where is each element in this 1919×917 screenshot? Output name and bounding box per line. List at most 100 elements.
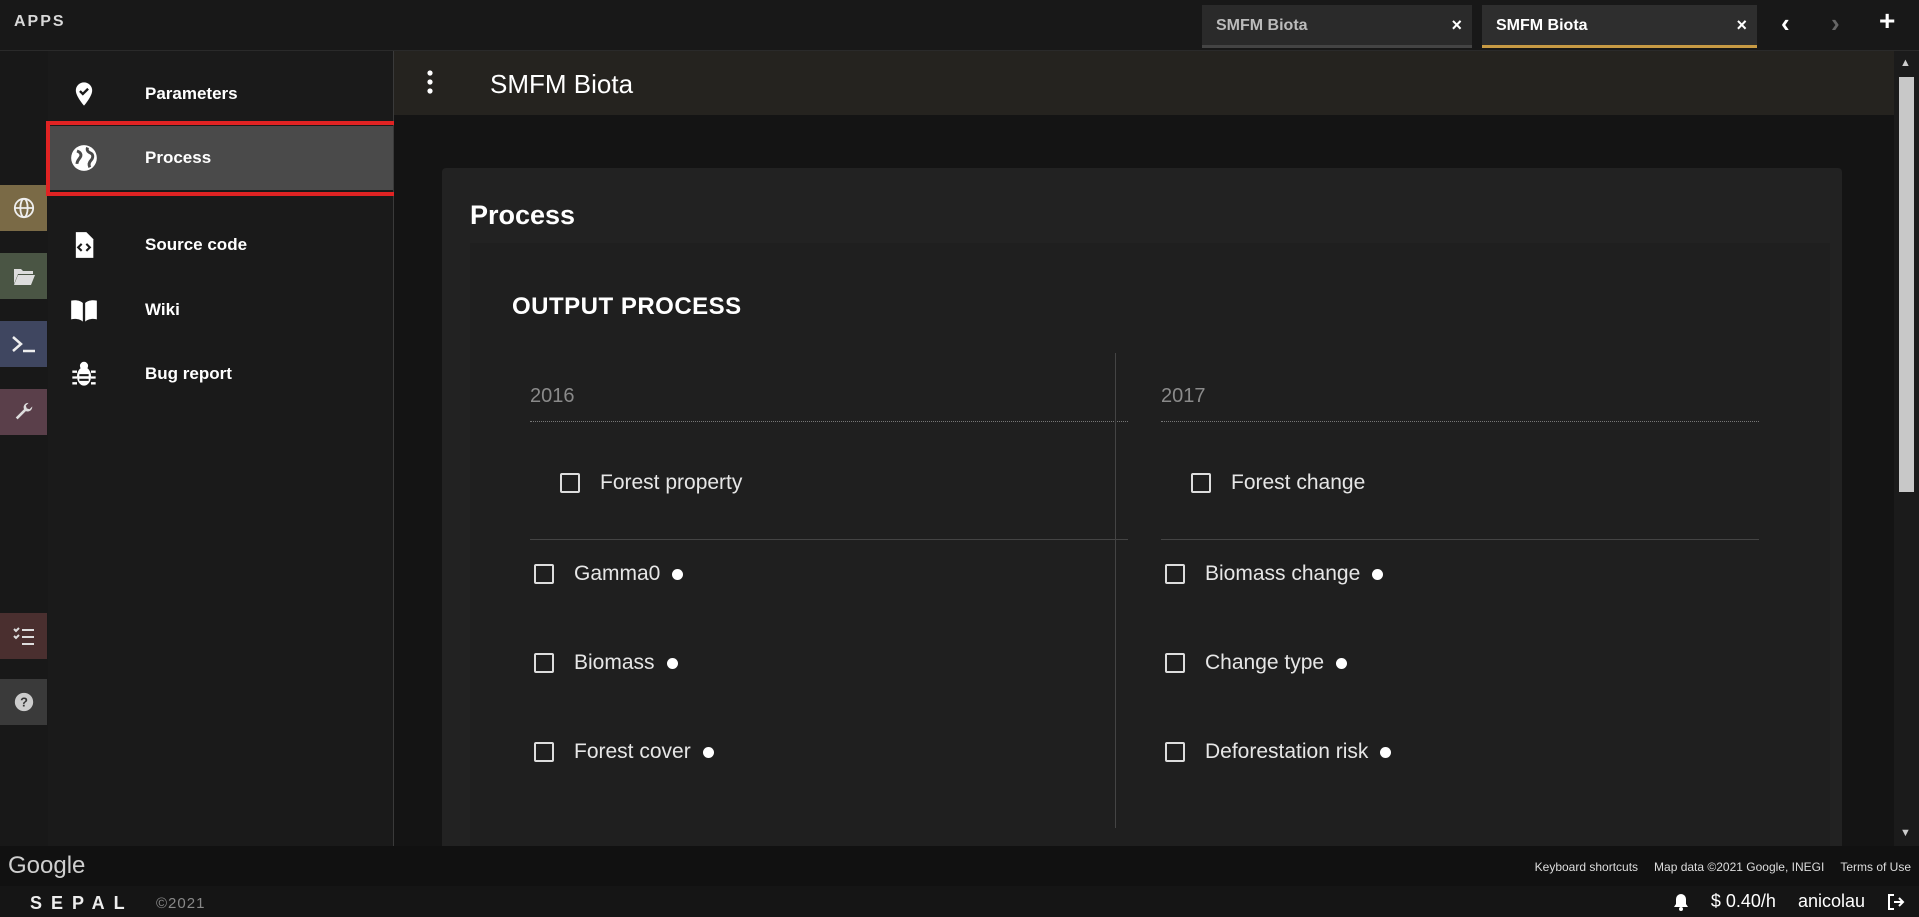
status-dot <box>1380 746 1392 758</box>
scroll-down-icon[interactable]: ▼ <box>1900 827 1911 839</box>
menu-item-bug-report[interactable]: Bug report <box>48 342 393 406</box>
map-marker-check-icon <box>75 82 93 106</box>
status-dot <box>1336 657 1348 669</box>
wrench-icon <box>15 402 32 420</box>
terms-of-use-link[interactable]: Terms of Use <box>1840 860 1911 874</box>
rail-tools-button[interactable] <box>0 389 47 435</box>
checkbox-box[interactable] <box>534 564 554 584</box>
username[interactable]: anicolau <box>1798 891 1865 912</box>
copyright: ©2021 <box>156 895 206 912</box>
app-title: SMFM Biota <box>490 69 634 99</box>
rail-process-button[interactable] <box>0 185 47 231</box>
checkbox-label: Biomass <box>574 651 655 674</box>
rail-help-button[interactable]: ? <box>0 679 47 725</box>
checkbox-gamma0[interactable]: Gamma0 <box>534 562 684 586</box>
top-bar: APPS SMFM Biota × SMFM Biota × ‹ › + <box>0 0 1919 51</box>
status-dot <box>672 568 684 580</box>
tab-title: SMFM Biota <box>1496 17 1588 34</box>
checkbox-label: Forest change <box>1231 471 1366 494</box>
checkbox-forest-cover[interactable]: Forest cover <box>534 740 714 764</box>
checkbox-label: Biomass change <box>1205 562 1361 585</box>
main-content: Process OUTPUT PROCESS 2016 Forest prope… <box>394 115 1894 846</box>
checkbox-label: Change type <box>1205 651 1325 674</box>
map-links: Keyboard shortcuts Map data ©2021 Google… <box>1535 860 1911 874</box>
checkbox-box[interactable] <box>1165 742 1185 762</box>
map-attribution-bar: Google Keyboard shortcuts Map data ©2021… <box>0 846 1919 886</box>
checkbox-biomass-change[interactable]: Biomass change <box>1165 562 1384 586</box>
rail-terminal-button[interactable] <box>0 321 47 367</box>
keyboard-shortcuts-link[interactable]: Keyboard shortcuts <box>1535 860 1638 874</box>
map-data-label: Map data ©2021 Google, INEGI <box>1654 860 1825 874</box>
rate-value: 0.40/h <box>1725 891 1776 911</box>
menu-item-label: Wiki <box>145 300 180 319</box>
status-dot <box>1372 568 1384 580</box>
section-title: OUTPUT PROCESS <box>512 293 742 320</box>
status-dot <box>666 657 678 669</box>
checkbox-box[interactable] <box>1191 473 1211 493</box>
scrollbar-thumb[interactable] <box>1899 77 1914 492</box>
usage-rate[interactable]: $ 0.40/h <box>1711 891 1776 912</box>
footer: SEPAL ©2021 $ 0.40/h anicolau <box>0 886 1919 917</box>
scrollbar[interactable]: ▲ ▼ <box>1894 51 1919 846</box>
svg-text:?: ? <box>20 695 28 710</box>
terminal-icon <box>11 336 35 353</box>
back-arrow-icon[interactable]: ‹ <box>1781 8 1790 39</box>
menu-item-parameters[interactable]: Parameters <box>48 62 393 126</box>
globe-icon <box>13 197 34 219</box>
app-bar: SMFM Biota <box>394 51 1894 115</box>
folder-icon <box>13 269 35 285</box>
apps-label: APPS <box>14 13 66 30</box>
tab-smfm-biota-2[interactable]: SMFM Biota × <box>1482 5 1757 48</box>
left-rail: ? <box>0 51 48 846</box>
rail-tasks-button[interactable] <box>0 613 47 659</box>
checkbox-biomass[interactable]: Biomass <box>534 651 678 675</box>
checkbox-box[interactable] <box>1165 564 1185 584</box>
column-divider <box>1115 353 1116 828</box>
checkbox-box[interactable] <box>534 653 554 673</box>
menu-item-label: Source code <box>145 235 248 254</box>
checkbox-label: Forest property <box>600 471 743 494</box>
process-card: Process OUTPUT PROCESS 2016 Forest prope… <box>442 168 1842 846</box>
year-label: 2017 <box>1161 385 1206 407</box>
card-title: Process <box>470 200 576 230</box>
google-logo: Google <box>8 852 86 879</box>
file-code-icon <box>75 232 94 258</box>
menu-item-label: Parameters <box>145 84 238 103</box>
checkbox-label: Gamma0 <box>574 562 661 585</box>
divider <box>1161 539 1759 540</box>
year-underline <box>1161 421 1759 422</box>
divider <box>530 539 1128 540</box>
checkbox-forest-change[interactable]: Forest change <box>1191 471 1365 495</box>
dollar-icon: $ <box>1710 891 1721 911</box>
checkbox-forest-property[interactable]: Forest property <box>560 471 742 495</box>
year-underline <box>530 421 1128 422</box>
book-icon <box>71 300 97 322</box>
tasks-icon <box>12 627 34 645</box>
tab-smfm-biota-1[interactable]: SMFM Biota × <box>1202 5 1472 48</box>
checkbox-deforestation-risk[interactable]: Deforestation risk <box>1165 740 1392 764</box>
logout-icon[interactable] <box>1887 893 1905 910</box>
more-vert-icon[interactable] <box>424 69 436 95</box>
close-icon[interactable]: × <box>1736 15 1747 36</box>
year-label: 2016 <box>530 385 575 407</box>
scroll-up-icon[interactable]: ▲ <box>1900 57 1911 69</box>
tab-title: SMFM Biota <box>1216 17 1308 34</box>
checkbox-box[interactable] <box>1165 653 1185 673</box>
bug-icon <box>72 361 96 386</box>
checkbox-box[interactable] <box>560 473 580 493</box>
selection-highlight <box>46 121 399 196</box>
menu-item-label: Bug report <box>145 364 232 383</box>
checkbox-change-type[interactable]: Change type <box>1165 651 1348 675</box>
output-process-panel: OUTPUT PROCESS 2016 Forest property Gamm… <box>470 243 1830 846</box>
sepal-logo: SEPAL <box>30 893 134 913</box>
checkbox-box[interactable] <box>534 742 554 762</box>
menu-item-wiki[interactable]: Wiki <box>48 278 393 342</box>
menu-item-source-code[interactable]: Source code <box>48 213 393 277</box>
rail-browse-button[interactable] <box>0 253 47 299</box>
footer-status: $ 0.40/h anicolau <box>1673 891 1905 912</box>
close-icon[interactable]: × <box>1451 15 1462 36</box>
checkbox-label: Forest cover <box>574 740 691 763</box>
add-tab-icon[interactable]: + <box>1879 5 1895 37</box>
bell-icon[interactable] <box>1673 893 1689 911</box>
forward-arrow-icon[interactable]: › <box>1831 8 1840 39</box>
